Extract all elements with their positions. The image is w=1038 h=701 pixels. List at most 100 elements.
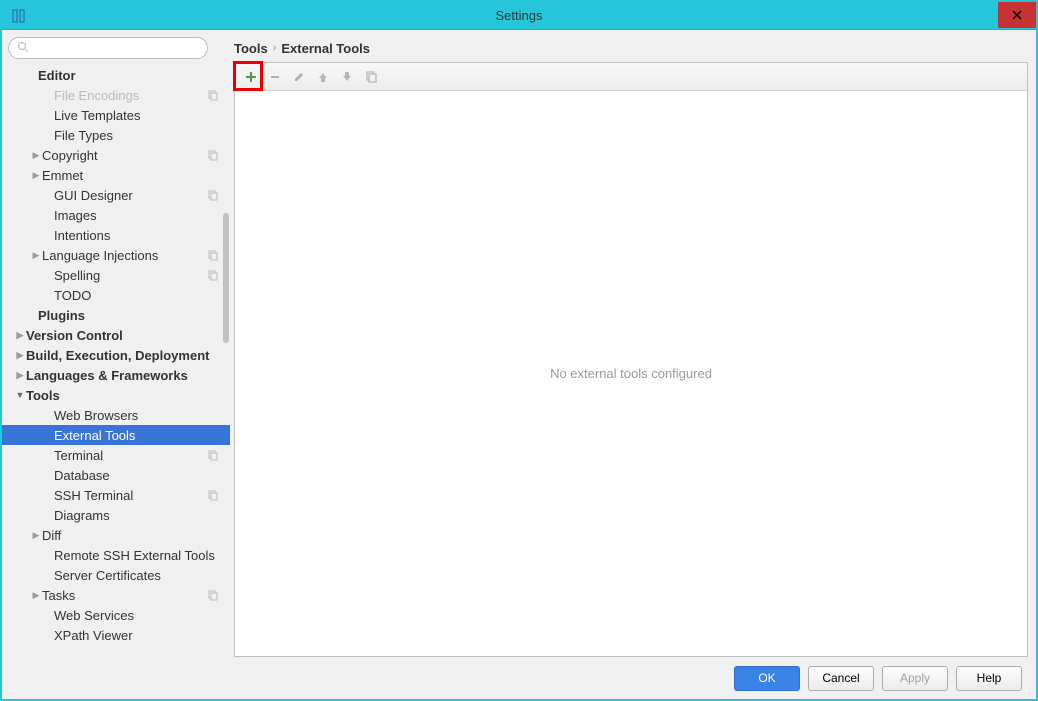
tree-item[interactable]: ▶Language Injections: [2, 245, 230, 265]
scope-icon: [206, 270, 220, 281]
tree-item-label: Diff: [42, 528, 220, 543]
main-panel: Tools › External Tools: [230, 30, 1036, 657]
tree-arrow-icon[interactable]: ▶: [30, 150, 42, 161]
tree-item[interactable]: Database: [2, 465, 230, 485]
tree-item-label: External Tools: [54, 428, 220, 443]
tree-item-label: Copyright: [42, 148, 206, 163]
copy-button[interactable]: [359, 65, 383, 89]
tree-item[interactable]: ▶Version Control: [2, 325, 230, 345]
titlebar: Settings: [2, 2, 1036, 30]
tree-item[interactable]: Spelling: [2, 265, 230, 285]
tree-arrow-icon[interactable]: ▶: [14, 350, 26, 361]
tree-item[interactable]: File Types: [2, 125, 230, 145]
add-button[interactable]: [239, 65, 263, 89]
move-down-button[interactable]: [335, 65, 359, 89]
sidebar: Editor File Encodings Live Templates File T…: [2, 30, 230, 657]
breadcrumb-root[interactable]: Tools: [234, 41, 268, 56]
tree-arrow-icon[interactable]: ▶: [30, 170, 42, 181]
tree-item[interactable]: Remote SSH External Tools: [2, 545, 230, 565]
tree-item-label: TODO: [54, 288, 220, 303]
tree-item[interactable]: Web Services: [2, 605, 230, 625]
tree-item-label: Tasks: [42, 588, 206, 603]
search-input[interactable]: [33, 41, 199, 55]
tree-item[interactable]: Live Templates: [2, 105, 230, 125]
breadcrumb-leaf: External Tools: [281, 41, 370, 56]
edit-button[interactable]: [287, 65, 311, 89]
tree-item[interactable]: Terminal: [2, 445, 230, 465]
tree-item[interactable]: ▼Tools: [2, 385, 230, 405]
tree-item[interactable]: Images: [2, 205, 230, 225]
search-input-wrap[interactable]: [8, 37, 208, 59]
tree-arrow-icon[interactable]: ▶: [14, 330, 26, 341]
tree-item-label: Tools: [26, 388, 220, 403]
tree-arrow-icon[interactable]: ▼: [14, 390, 26, 400]
tree-item[interactable]: Intentions: [2, 225, 230, 245]
tree-item[interactable]: ▶Tasks: [2, 585, 230, 605]
tree-item-label: File Types: [54, 128, 220, 143]
scope-icon: [206, 190, 220, 201]
scope-icon: [206, 490, 220, 501]
tree-item[interactable]: SSH Terminal: [2, 485, 230, 505]
tree-item-label: Emmet: [42, 168, 220, 183]
tree-item[interactable]: Editor: [2, 65, 230, 85]
tree-item-label: Build, Execution, Deployment: [26, 348, 220, 363]
tree-item-label: Version Control: [26, 328, 220, 343]
breadcrumb: Tools › External Tools: [234, 30, 1028, 60]
tree-item-label: Language Injections: [42, 248, 206, 263]
tree-item-label: Images: [54, 208, 220, 223]
breadcrumb-sep: ›: [273, 42, 277, 54]
tree-item-label: XPath Viewer: [54, 628, 220, 643]
cancel-button[interactable]: Cancel: [808, 666, 874, 691]
tree-arrow-icon[interactable]: ▶: [30, 530, 42, 541]
ok-button[interactable]: OK: [734, 666, 800, 691]
empty-message: No external tools configured: [235, 91, 1027, 656]
tree-arrow-icon[interactable]: ▶: [30, 250, 42, 261]
remove-button[interactable]: [263, 65, 287, 89]
tree-arrow-icon[interactable]: ▶: [14, 370, 26, 381]
tree-item-label: File Encodings: [54, 88, 206, 103]
tree-item-label: SSH Terminal: [54, 488, 206, 503]
scope-icon: [206, 150, 220, 161]
tree-item-label: Editor: [38, 68, 220, 83]
settings-tree[interactable]: Editor File Encodings Live Templates File T…: [2, 63, 230, 657]
tree-item[interactable]: Diagrams: [2, 505, 230, 525]
search-icon: [17, 41, 29, 56]
tree-item-label: Languages & Frameworks: [26, 368, 220, 383]
window-title: Settings: [496, 8, 543, 23]
tree-item-label: Database: [54, 468, 220, 483]
tree-item[interactable]: ▶Copyright: [2, 145, 230, 165]
close-button[interactable]: [998, 2, 1036, 28]
tree-item[interactable]: Web Browsers: [2, 405, 230, 425]
tree-item-label: Web Browsers: [54, 408, 220, 423]
tree-item[interactable]: ▶Emmet: [2, 165, 230, 185]
tree-item-label: Web Services: [54, 608, 220, 623]
tree-item[interactable]: Plugins: [2, 305, 230, 325]
dialog-footer: OK Cancel Apply Help: [2, 657, 1036, 699]
tree-item[interactable]: TODO: [2, 285, 230, 305]
scope-icon: [206, 90, 220, 101]
tree-item-label: Plugins: [38, 308, 220, 323]
apply-button[interactable]: Apply: [882, 666, 948, 691]
tree-item[interactable]: ▶Diff: [2, 525, 230, 545]
tree-item-label: Diagrams: [54, 508, 220, 523]
tree-item-label: Live Templates: [54, 108, 220, 123]
move-up-button[interactable]: [311, 65, 335, 89]
tree-item[interactable]: File Encodings: [2, 85, 230, 105]
tree-item-label: Remote SSH External Tools: [54, 548, 220, 563]
scope-icon: [206, 250, 220, 261]
tree-item-label: Intentions: [54, 228, 220, 243]
help-button[interactable]: Help: [956, 666, 1022, 691]
settings-window: Settings Editor File Encodings Live Templa…: [2, 2, 1036, 699]
tree-arrow-icon[interactable]: ▶: [30, 590, 42, 601]
tree-item[interactable]: GUI Designer: [2, 185, 230, 205]
tree-item[interactable]: XPath Viewer: [2, 625, 230, 645]
scope-icon: [206, 450, 220, 461]
tree-item[interactable]: External Tools: [2, 425, 230, 445]
tree-item-label: Spelling: [54, 268, 206, 283]
tree-item[interactable]: ▶Languages & Frameworks: [2, 365, 230, 385]
content-area: Editor File Encodings Live Templates File T…: [2, 30, 1036, 657]
tree-item[interactable]: ▶Build, Execution, Deployment: [2, 345, 230, 365]
tree-item[interactable]: Server Certificates: [2, 565, 230, 585]
app-icon: [8, 5, 30, 27]
tree-item-label: GUI Designer: [54, 188, 206, 203]
